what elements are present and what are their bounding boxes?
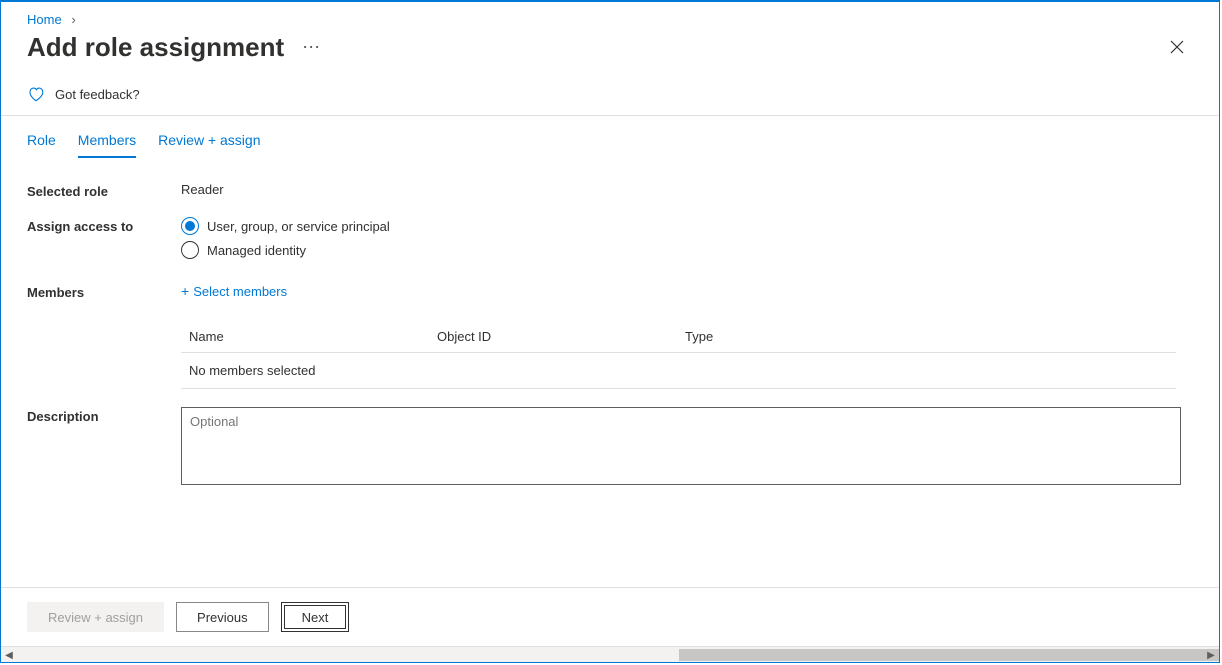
previous-button[interactable]: Previous xyxy=(176,602,269,632)
column-header-object-id[interactable]: Object ID xyxy=(437,329,685,344)
radio-label: Managed identity xyxy=(207,243,306,258)
members-label: Members xyxy=(27,283,181,300)
radio-user-group-service-principal[interactable]: User, group, or service principal xyxy=(181,217,1193,235)
select-members-label: Select members xyxy=(193,284,287,299)
selected-role-label: Selected role xyxy=(27,182,181,199)
members-table: Name Object ID Type No members selected xyxy=(181,321,1176,389)
description-label: Description xyxy=(27,407,181,424)
chevron-right-icon: › xyxy=(71,12,75,27)
radio-icon xyxy=(181,217,199,235)
chevron-left-icon: ◀ xyxy=(1,647,17,663)
selected-role-value: Reader xyxy=(181,182,1193,197)
feedback-link[interactable]: Got feedback? xyxy=(1,77,1219,115)
page-title: Add role assignment xyxy=(27,32,284,63)
feedback-label: Got feedback? xyxy=(55,87,140,102)
tabs: Role Members Review + assign xyxy=(1,116,1219,158)
horizontal-scrollbar[interactable]: ◀ ▶ xyxy=(1,646,1219,662)
next-button[interactable]: Next xyxy=(281,602,350,632)
heart-icon xyxy=(27,85,45,103)
select-members-link[interactable]: + Select members xyxy=(181,283,287,299)
tab-members[interactable]: Members xyxy=(78,132,136,158)
tab-role[interactable]: Role xyxy=(27,132,56,158)
column-header-name[interactable]: Name xyxy=(189,329,437,344)
radio-label: User, group, or service principal xyxy=(207,219,390,234)
assign-access-label: Assign access to xyxy=(27,217,181,234)
column-header-type[interactable]: Type xyxy=(685,329,1168,344)
radio-managed-identity[interactable]: Managed identity xyxy=(181,241,1193,259)
close-icon xyxy=(1170,40,1184,54)
scrollbar-thumb[interactable] xyxy=(679,649,1219,661)
plus-icon: + xyxy=(181,283,189,299)
review-assign-button: Review + assign xyxy=(27,602,164,632)
footer: Review + assign Previous Next xyxy=(1,587,1219,646)
description-input[interactable] xyxy=(181,407,1181,485)
breadcrumb-home[interactable]: Home xyxy=(27,12,62,27)
close-button[interactable] xyxy=(1161,31,1193,63)
radio-icon xyxy=(181,241,199,259)
tab-review-assign[interactable]: Review + assign xyxy=(158,132,260,158)
chevron-right-icon: ▶ xyxy=(1203,647,1219,663)
members-table-empty: No members selected xyxy=(181,353,1176,389)
breadcrumb: Home › xyxy=(1,2,1219,27)
more-actions-icon[interactable]: ⋯ xyxy=(302,37,321,58)
